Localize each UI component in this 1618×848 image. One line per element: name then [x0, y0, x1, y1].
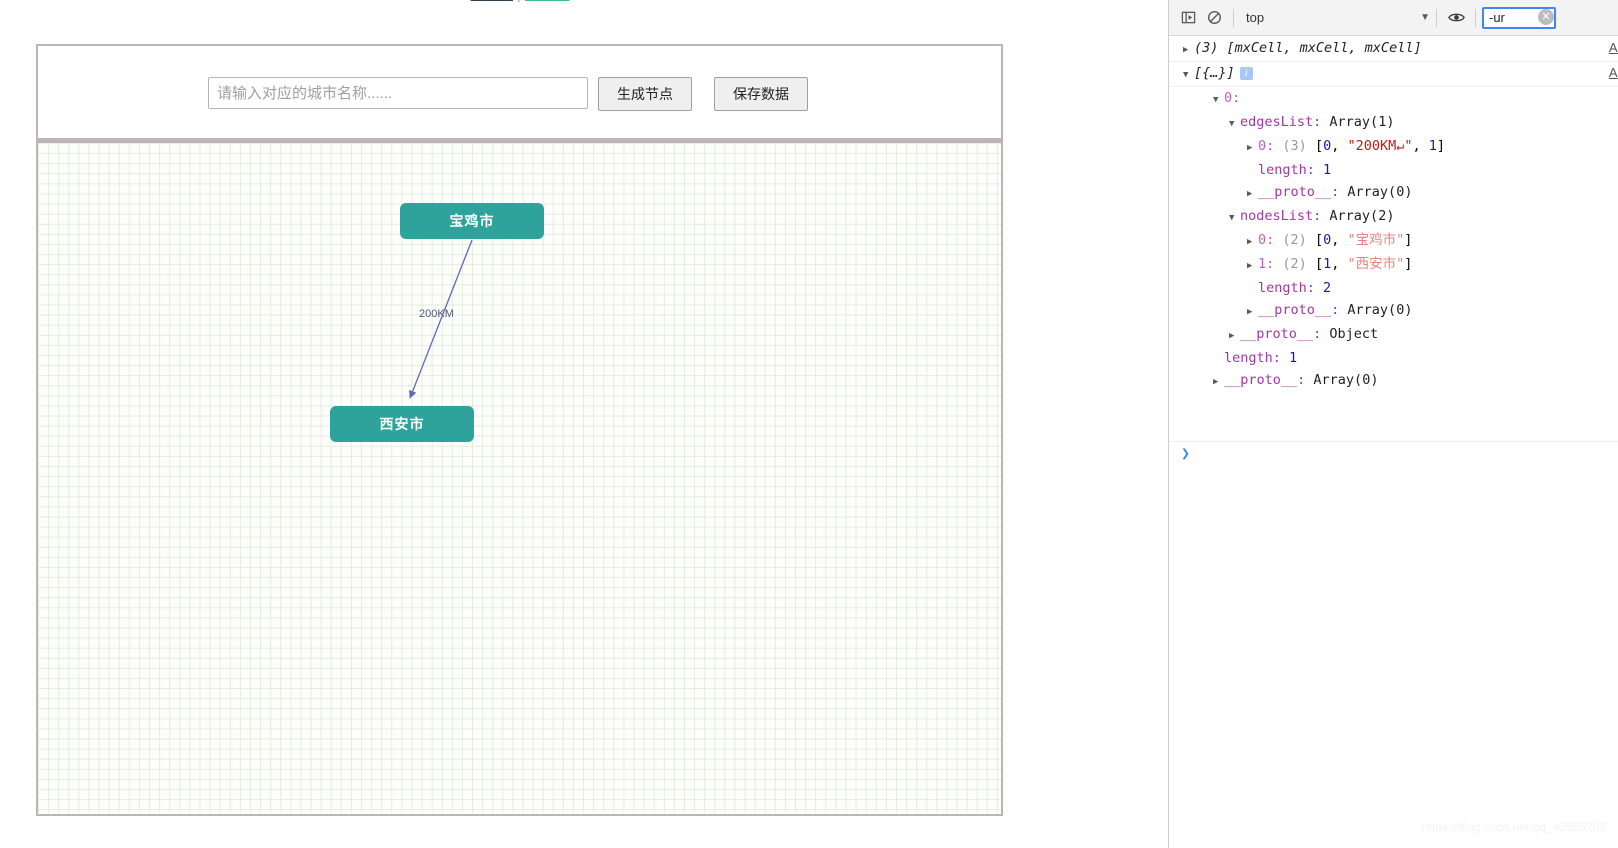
tree-node-root-proto[interactable]: ▶ __proto__: Array(0) [1169, 369, 1618, 393]
edge-label-200km: 200KM [419, 308, 454, 320]
expand-arrow-icon[interactable]: ▶ [1247, 255, 1258, 277]
tree-value: Array(0) [1313, 372, 1379, 388]
nav-separator: | [517, 0, 521, 3]
expand-arrow-icon[interactable]: ▶ [1247, 137, 1258, 159]
expand-arrow-icon[interactable]: ▶ [1183, 39, 1194, 61]
tree-node-edges-proto[interactable]: ▶ __proto__: Array(0) [1169, 181, 1618, 205]
expand-arrow-icon[interactable]: ▶ [1247, 183, 1258, 205]
console-source-link[interactable]: Abo [1609, 37, 1618, 59]
tree-key: 0: [1224, 90, 1241, 106]
devtools-panel: top ▼ ✕ ▶(3) [mxCell, mxCell, mxCell] Ab… [1168, 0, 1618, 848]
tree-node-nodes-proto[interactable]: ▶ __proto__: Array(0) [1169, 299, 1618, 323]
eye-icon[interactable] [1443, 5, 1469, 31]
tree-node-nodes-length: length: 2 [1169, 277, 1618, 299]
toggle-sidebar-icon[interactable] [1175, 5, 1201, 31]
collapse-arrow-icon[interactable]: ▼ [1229, 207, 1240, 229]
graph-canvas[interactable]: 200KM 宝鸡市 西安市 [38, 143, 1001, 813]
toolbar-divider-2 [1436, 8, 1437, 27]
chevron-down-icon: ▼ [1420, 12, 1430, 23]
collapse-arrow-icon[interactable]: ▼ [1213, 89, 1224, 111]
execution-context-selector[interactable]: top ▼ [1240, 7, 1430, 29]
screenshot-root: Home | About 生成节点 保存数据 200KM 宝鸡市 [0, 0, 1618, 848]
console-message-row[interactable]: ▼[{…}] i Abo [1169, 62, 1618, 87]
tree-node-edges-length: length: 1 [1169, 159, 1618, 181]
tree-key: __proto__: [1258, 184, 1340, 200]
collapse-arrow-icon[interactable]: ▼ [1229, 113, 1240, 135]
tree-value: Array(2) [1329, 208, 1395, 224]
expand-arrow-icon[interactable]: ▶ [1247, 301, 1258, 323]
tree-key: edgesList: [1240, 114, 1322, 130]
tree-key: nodesList: [1240, 208, 1322, 224]
web-app-area: Home | About 生成节点 保存数据 200KM 宝鸡市 [0, 0, 1155, 848]
tree-node-object-proto[interactable]: ▶ __proto__: Object [1169, 323, 1618, 347]
console-source-link[interactable]: Abo [1609, 62, 1618, 84]
console-filter-wrap: ✕ [1482, 6, 1556, 29]
tree-key: length: [1224, 350, 1281, 366]
tree-node-nodeslist[interactable]: ▼ nodesList: Array(2) [1169, 205, 1618, 229]
toolbar-divider-1 [1233, 8, 1234, 27]
tree-value: 2 [1323, 280, 1332, 296]
console-array-preview: (3) [mxCell, mxCell, mxCell] [1194, 40, 1422, 56]
tree-key: length: [1258, 162, 1315, 178]
nav-link-home[interactable]: Home [471, 0, 513, 3]
tree-key: 0: [1258, 232, 1275, 248]
tree-value: [0, "200KM↵", 1] [1314, 138, 1446, 154]
tree-value: [0, "宝鸡市"] [1314, 232, 1413, 248]
tree-value: 1 [1289, 350, 1298, 366]
tree-node-node-1[interactable]: ▶ 1: (2) [1, "西安市"] [1169, 253, 1618, 277]
tree-value: Array(0) [1347, 184, 1413, 200]
console-prompt-icon: ❯ [1181, 444, 1191, 462]
tree-count: (2) [1282, 256, 1307, 272]
execution-context-label: top [1246, 10, 1265, 25]
tree-node-index-0[interactable]: ▼ 0: [1169, 87, 1618, 111]
tree-value: Object [1329, 326, 1379, 342]
tree-key: __proto__: [1224, 372, 1306, 388]
clear-console-icon[interactable] [1201, 5, 1227, 31]
tree-key: 1: [1258, 256, 1275, 272]
console-output[interactable]: ▶(3) [mxCell, mxCell, mxCell] Abo ▼[{…}]… [1169, 37, 1618, 848]
graph-node-xian[interactable]: 西安市 [330, 406, 474, 442]
save-data-button[interactable]: 保存数据 [714, 77, 808, 111]
console-toolbar: top ▼ ✕ [1169, 0, 1618, 36]
expand-arrow-icon[interactable]: ▶ [1213, 371, 1224, 393]
tree-count: (2) [1282, 232, 1307, 248]
main-panel: 生成节点 保存数据 200KM 宝鸡市 西安市 [36, 44, 1003, 816]
collapse-arrow-icon[interactable]: ▼ [1183, 64, 1194, 86]
tree-value: Array(1) [1329, 114, 1395, 130]
watermark-text: https://blog.csdn.net/qq_43955202 [1421, 820, 1606, 834]
console-input-row[interactable]: ❯ [1169, 441, 1618, 466]
expand-arrow-icon[interactable]: ▶ [1247, 231, 1258, 253]
info-badge-icon[interactable]: i [1239, 67, 1253, 80]
tree-key: length: [1258, 280, 1315, 296]
clear-filter-icon[interactable]: ✕ [1538, 8, 1554, 25]
tree-key: 0: [1258, 138, 1275, 154]
console-object-preview: [{…}] [1194, 65, 1235, 81]
nav-link-about[interactable]: About [525, 0, 569, 3]
editor-toolbar: 生成节点 保存数据 [38, 46, 1001, 143]
tree-count: (3) [1282, 138, 1307, 154]
tree-node-root-length: length: 1 [1169, 347, 1618, 369]
generate-node-button[interactable]: 生成节点 [598, 77, 692, 111]
tree-key: __proto__: [1240, 326, 1322, 342]
toolbar-divider-3 [1475, 8, 1476, 27]
graph-edges-layer [408, 239, 473, 399]
tree-value: [1, "西安市"] [1314, 256, 1413, 272]
top-navigation: Home | About [0, 0, 1040, 3]
city-name-input[interactable] [208, 77, 588, 109]
tree-node-node-0[interactable]: ▶ 0: (2) [0, "宝鸡市"] [1169, 229, 1618, 253]
tree-node-edge-0[interactable]: ▶ 0: (3) [0, "200KM↵", 1] [1169, 135, 1618, 159]
graph-node-baoji[interactable]: 宝鸡市 [400, 203, 544, 239]
tree-node-edgeslist[interactable]: ▼ edgesList: Array(1) [1169, 111, 1618, 135]
tree-value: Array(0) [1347, 302, 1413, 318]
tree-value: 1 [1323, 162, 1332, 178]
console-message-row[interactable]: ▶(3) [mxCell, mxCell, mxCell] Abo [1169, 37, 1618, 62]
expand-arrow-icon[interactable]: ▶ [1229, 325, 1240, 347]
tree-key: __proto__: [1258, 302, 1340, 318]
